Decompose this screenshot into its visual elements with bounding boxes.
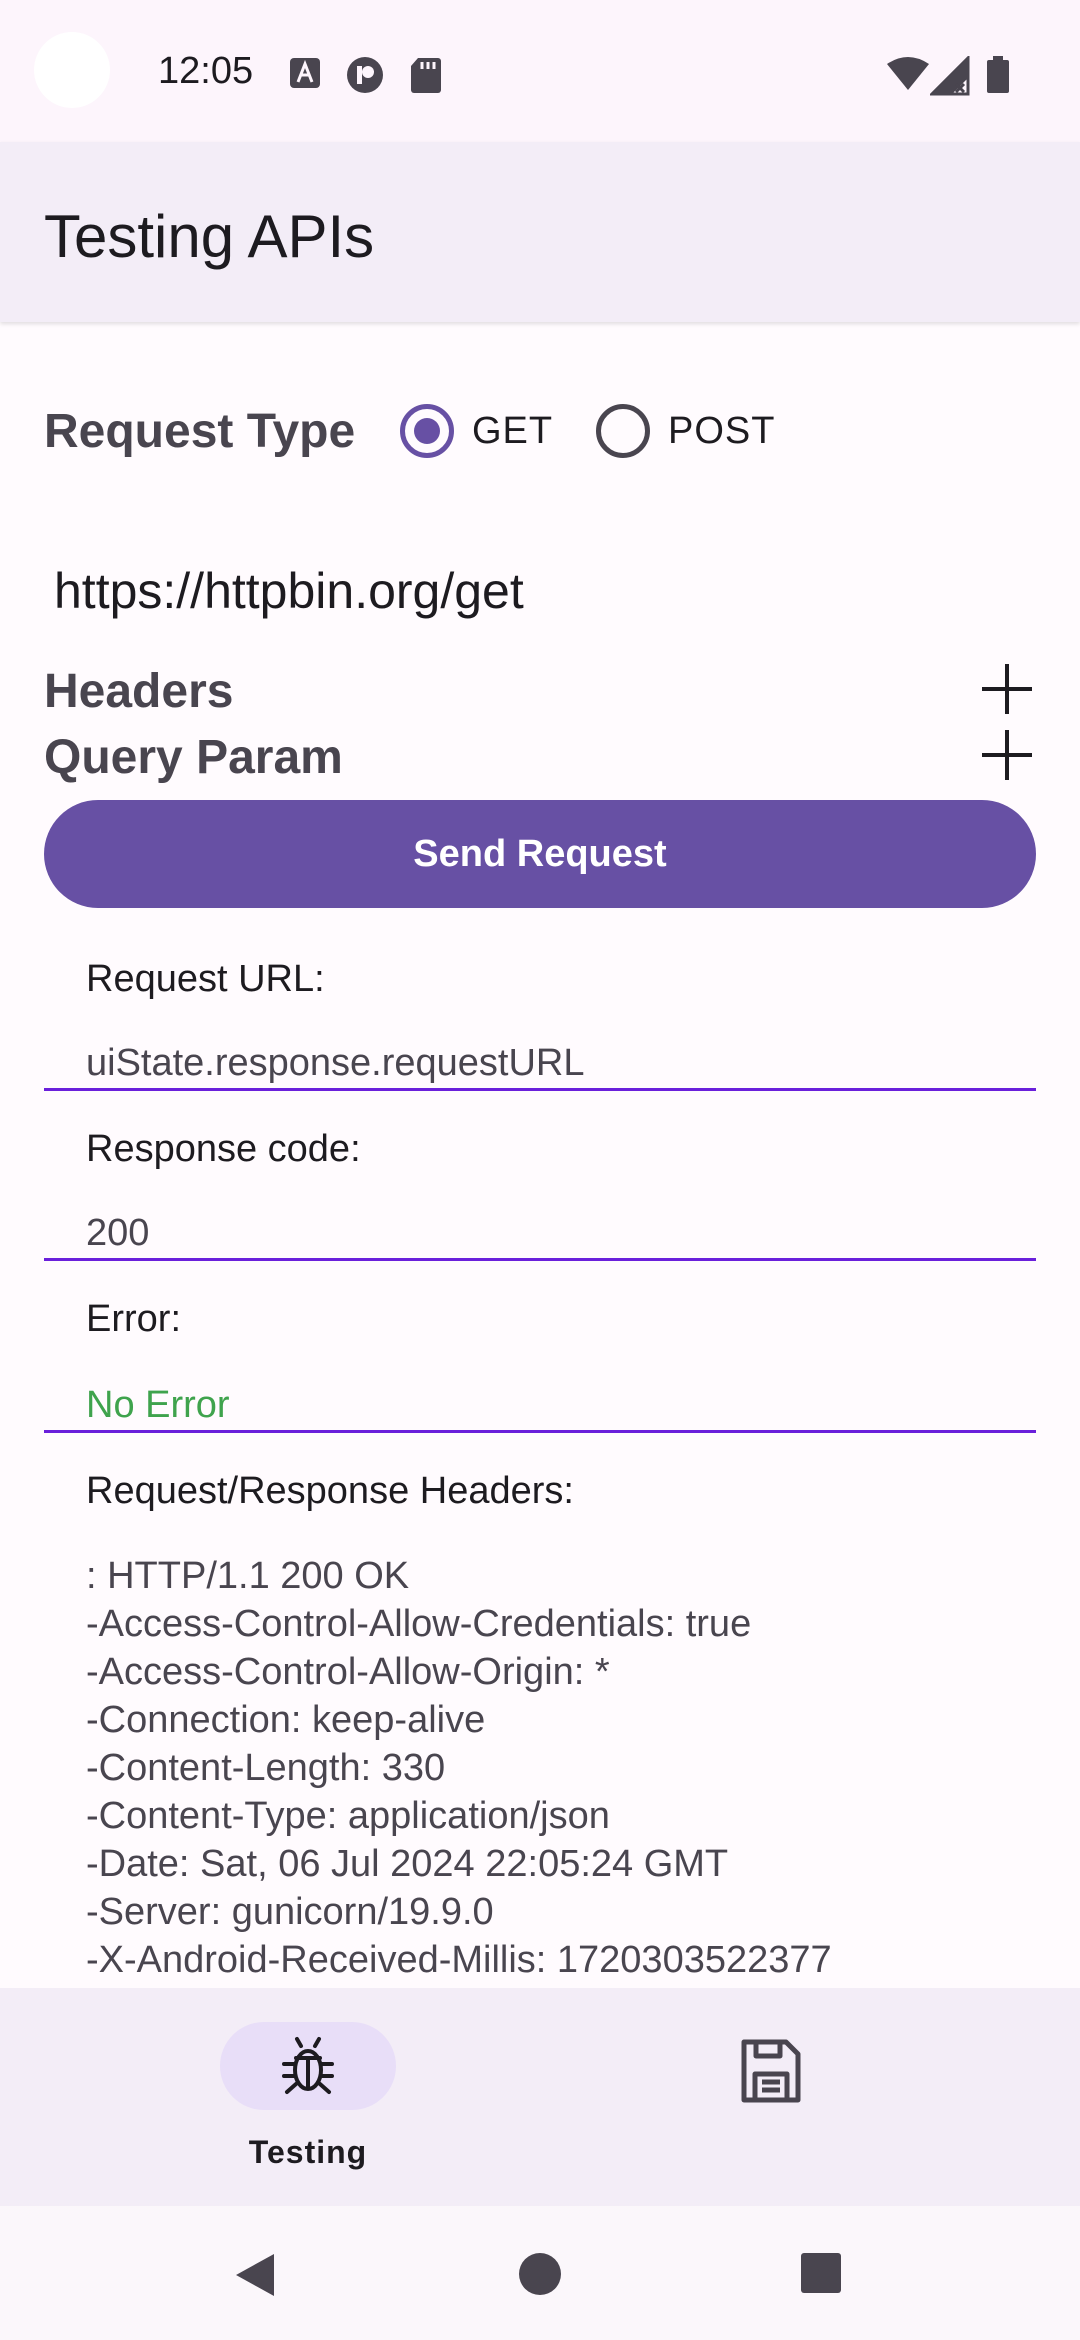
- header-line: -Access-Control-Allow-Credentials: true: [86, 1603, 752, 1645]
- request-url-underline: [44, 1088, 1036, 1091]
- query-param-label: Query Param: [44, 731, 343, 784]
- request-url-value[interactable]: uiState.response.requestURL: [86, 1042, 585, 1085]
- bug-icon: [282, 2037, 334, 2094]
- response-code-value[interactable]: 200: [86, 1212, 149, 1255]
- url-input[interactable]: https://httpbin.org/get: [54, 562, 524, 620]
- send-request-button[interactable]: Send Request: [44, 800, 1036, 908]
- header-line: -Access-Control-Allow-Origin: *: [86, 1651, 610, 1693]
- get-radio-label[interactable]: GET: [472, 410, 553, 453]
- header-line: -Server: gunicorn/19.9.0: [86, 1891, 494, 1933]
- error-underline: [44, 1430, 1036, 1433]
- error-value[interactable]: No Error: [86, 1384, 230, 1427]
- headers-response-label: Request/Response Headers:: [86, 1470, 574, 1512]
- p-notification-icon: [347, 57, 383, 93]
- save-icon[interactable]: [740, 2038, 802, 2104]
- post-radio-label[interactable]: POST: [668, 410, 775, 453]
- header-line: -X-Android-Received-Millis: 172030352237…: [86, 1939, 832, 1981]
- status-time: 12:05: [158, 50, 254, 92]
- status-bar: 12:05: [0, 0, 1080, 142]
- request-url-label: Request URL:: [86, 958, 325, 1000]
- add-query-param-icon[interactable]: [980, 728, 1034, 782]
- sd-card-icon: [411, 58, 441, 93]
- header-line: -Connection: keep-alive: [86, 1699, 486, 1741]
- system-navigation-bar: [0, 2206, 1080, 2340]
- header-line: : HTTP/1.1 200 OK: [86, 1555, 410, 1597]
- header-line: -Content-Type: application/json: [86, 1795, 610, 1837]
- battery-icon: [987, 56, 1009, 93]
- headers-label: Headers: [44, 665, 234, 718]
- add-header-icon[interactable]: [980, 662, 1034, 716]
- error-label: Error:: [86, 1298, 181, 1340]
- top-app-bar: Testing APIs: [0, 142, 1080, 322]
- response-headers-text[interactable]: : HTTP/1.1 200 OK -Access-Control-Allow-…: [86, 1552, 832, 1984]
- recents-icon[interactable]: [800, 2252, 842, 2294]
- camera-cutout: [34, 32, 110, 108]
- header-line: -Content-Length: 330: [86, 1747, 446, 1789]
- nav-item-testing[interactable]: [220, 2022, 396, 2110]
- cellular-signal-icon: [930, 56, 970, 96]
- app-title: Testing APIs: [44, 203, 375, 270]
- bottom-navigation-bar: Testing: [0, 1988, 1080, 2206]
- response-code-underline: [44, 1258, 1036, 1261]
- wifi-icon: [887, 57, 929, 90]
- header-line: -Date: Sat, 06 Jul 2024 22:05:24 GMT: [86, 1843, 729, 1885]
- request-type-label: Request Type: [44, 405, 356, 458]
- back-icon[interactable]: [234, 2252, 276, 2298]
- get-radio-button[interactable]: [400, 404, 454, 458]
- response-code-label: Response code:: [86, 1128, 361, 1170]
- post-radio-button[interactable]: [596, 404, 650, 458]
- a-notification-icon: [290, 58, 320, 88]
- nav-item-testing-label[interactable]: Testing: [200, 2134, 416, 2171]
- home-icon[interactable]: [518, 2252, 562, 2296]
